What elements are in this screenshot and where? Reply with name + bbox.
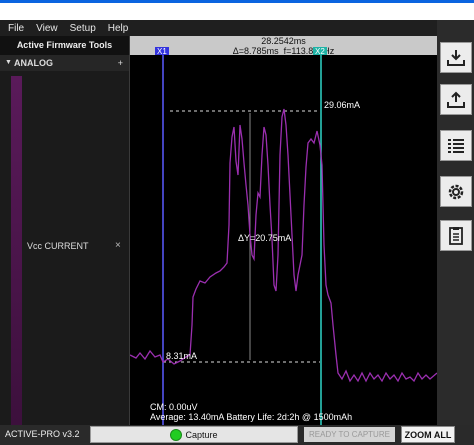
delta-y-label: ΔY=20.75mA	[238, 233, 292, 243]
capture-label: Capture	[185, 429, 218, 440]
add-channel-icon[interactable]: +	[118, 55, 123, 71]
status-bar: ACTIVE-PRO v3.2 Capture READY TO CAPTURE…	[0, 425, 474, 445]
zoom-all-button[interactable]: ZOOM ALL	[401, 426, 455, 443]
channel-color-strip	[11, 76, 22, 426]
capture-status-icon	[170, 428, 183, 441]
analog-section-header[interactable]: ▼ ANALOG +	[0, 55, 129, 71]
channel-label: Vcc CURRENT	[27, 241, 89, 251]
cm-readout: CM: 0.00uV	[150, 402, 198, 412]
min-current-label: 8.31mA	[166, 351, 198, 361]
menu-view[interactable]: View	[36, 23, 58, 34]
list-view-button[interactable]	[440, 130, 472, 161]
menu-help[interactable]: Help	[108, 23, 129, 34]
download-button[interactable]	[440, 42, 472, 73]
upload-icon	[447, 91, 465, 108]
clipboard-icon	[449, 226, 463, 245]
firmware-tools-title: Active Firmware Tools	[0, 36, 129, 55]
capture-button[interactable]: Capture	[90, 426, 298, 443]
current-trace	[130, 108, 437, 383]
version-label: ACTIVE-PRO v3.2	[5, 429, 80, 439]
list-icon	[448, 138, 464, 153]
right-toolbar	[437, 20, 474, 425]
time-ruler[interactable]: 28.2542ms Δ=8.785ms f=113.830Hz X1 X2	[130, 36, 437, 56]
collapse-triangle-icon[interactable]: ▼	[5, 55, 12, 71]
upload-button[interactable]	[440, 84, 472, 115]
menu-file[interactable]: File	[8, 23, 24, 34]
menu-bar: File View Setup Help	[0, 20, 437, 36]
download-icon	[447, 49, 465, 66]
waveform-plot[interactable]: 29.06mA 8.31mA ΔY=20.75mA CM: 0.00uV Ave…	[130, 55, 437, 425]
close-channel-icon[interactable]: ×	[115, 240, 121, 251]
gear-icon	[448, 184, 464, 199]
menu-setup[interactable]: Setup	[70, 23, 96, 34]
ready-to-capture-button[interactable]: READY TO CAPTURE	[304, 427, 395, 442]
settings-button[interactable]	[440, 176, 472, 207]
window-title-bar	[0, 0, 474, 20]
cursor-time: 28.2542ms	[261, 36, 306, 46]
analog-section-label: ANALOG	[14, 58, 53, 68]
channel-panel: Active Firmware Tools ▼ ANALOG + Vcc CUR…	[0, 36, 130, 426]
max-current-label: 29.06mA	[324, 100, 361, 110]
average-battery-readout: Average: 13.40mA Battery Life: 2d:2h @ 1…	[150, 412, 353, 422]
report-button[interactable]	[440, 220, 472, 251]
